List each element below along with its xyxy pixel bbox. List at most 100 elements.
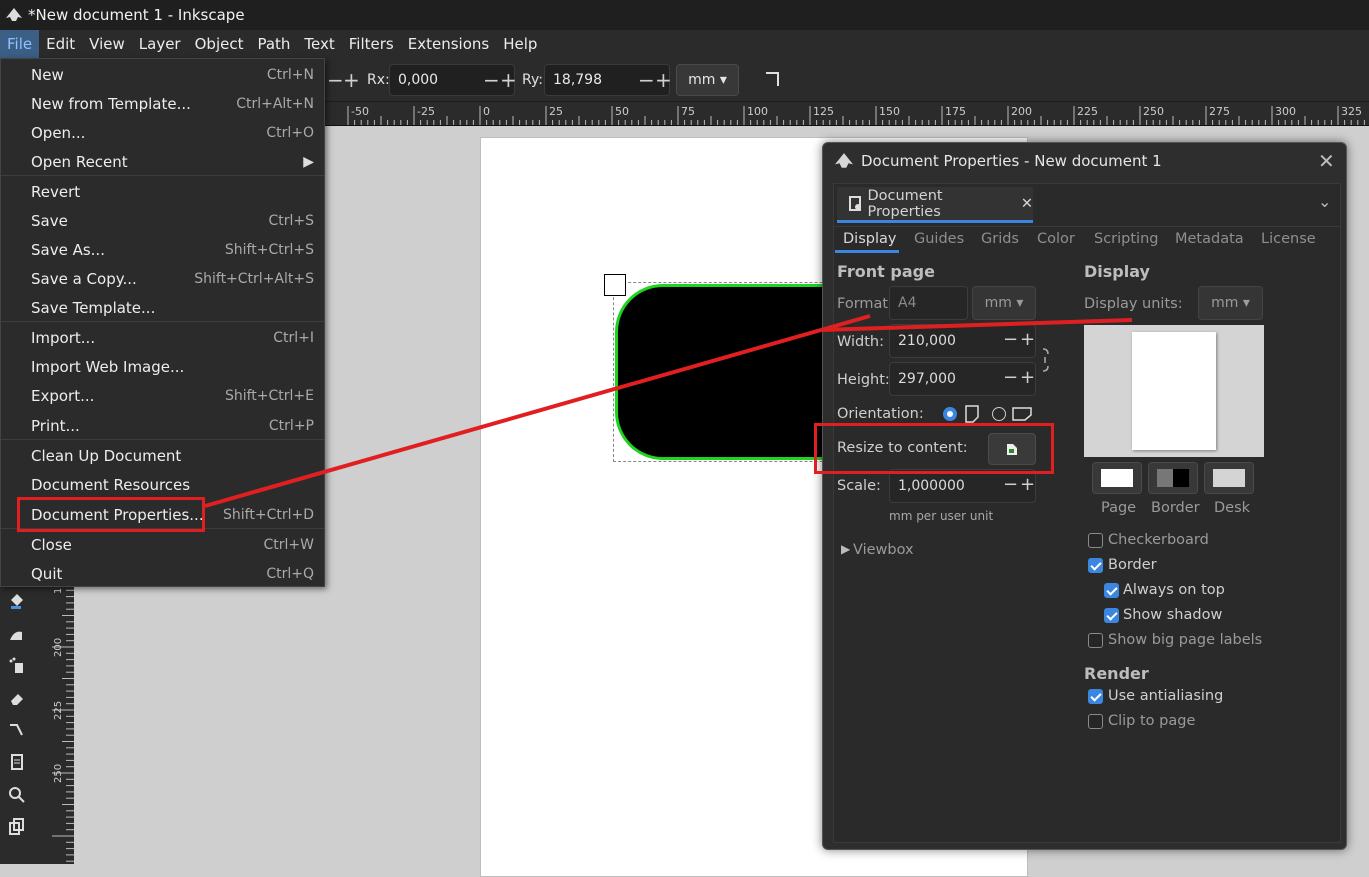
height-decrement-icon[interactable]: − — [1003, 362, 1018, 394]
ry-value: 18,798 — [553, 72, 602, 88]
menu-item-label: New from Template... — [31, 94, 191, 113]
menu-item-open-recent[interactable]: Open Recent ▶ — [1, 147, 324, 176]
big-page-labels-label: Show big page labels — [1108, 632, 1263, 648]
menu-item-print[interactable]: Print... Ctrl+P — [1, 411, 324, 440]
orientation-portrait-radio[interactable] — [943, 407, 957, 421]
always-on-top-checkbox[interactable] — [1104, 583, 1119, 598]
paint-bucket-icon[interactable] — [8, 592, 26, 610]
menu-item-import[interactable]: Import... Ctrl+I — [1, 323, 324, 352]
chevron-down-icon: ▾ — [719, 72, 727, 88]
menu-item-label: Quit — [31, 564, 63, 583]
menu-item-quit[interactable]: Quit Ctrl+Q — [1, 559, 324, 588]
subtab-license[interactable]: License — [1261, 231, 1316, 247]
tab-close-icon[interactable]: ✕ — [1021, 196, 1033, 212]
subtab-display[interactable]: Display — [843, 231, 896, 247]
front-page-heading: Front page — [837, 262, 935, 281]
close-icon[interactable]: ✕ — [1318, 149, 1335, 173]
menu-view[interactable]: View — [82, 30, 132, 58]
antialiasing-checkbox[interactable] — [1088, 689, 1103, 704]
menu-item-label: Import Web Image... — [31, 357, 185, 376]
eraser-icon[interactable] — [8, 689, 26, 707]
menu-text[interactable]: Text — [297, 30, 341, 58]
make-corners-sharp-icon[interactable] — [765, 71, 781, 87]
menu-item-save-as[interactable]: Save As... Shift+Ctrl+S — [1, 235, 324, 264]
menu-item-shortcut: Shift+Ctrl+Alt+S — [194, 270, 314, 287]
menu-help[interactable]: Help — [496, 30, 544, 58]
chevron-down-icon: ▾ — [1242, 295, 1250, 311]
clip-to-page-checkbox[interactable] — [1088, 714, 1103, 729]
spray-icon[interactable] — [8, 657, 26, 675]
border-checkbox[interactable] — [1088, 558, 1103, 573]
desk-color-swatch[interactable] — [1204, 462, 1254, 494]
subtab-color[interactable]: Color — [1037, 231, 1075, 247]
chevron-down-icon: ▾ — [1016, 295, 1024, 311]
format-field[interactable]: A4 — [889, 286, 968, 320]
desk-swatch-label: Desk — [1214, 500, 1251, 516]
ruler-label: 200 — [53, 638, 64, 657]
page-color-swatch[interactable] — [1092, 462, 1142, 494]
antialiasing-label: Use antialiasing — [1108, 688, 1224, 704]
tweak-icon[interactable] — [8, 626, 26, 642]
zoom-icon[interactable] — [8, 786, 26, 804]
menu-item-revert[interactable]: Revert — [1, 177, 324, 206]
pages-icon[interactable] — [8, 753, 26, 771]
corner-handle[interactable] — [604, 274, 626, 296]
ruler-label: 325 — [1341, 105, 1362, 118]
orientation-landscape-radio[interactable] — [992, 407, 1006, 421]
menu-bar: File Edit View Layer Object Path Text Fi… — [0, 30, 1369, 58]
viewbox-expander[interactable]: Viewbox — [853, 542, 914, 558]
orientation-label: Orientation: — [837, 406, 924, 422]
menu-item-label: Save — [31, 211, 68, 230]
dialog-titlebar: Document Properties - New document 1 — [823, 143, 1346, 179]
format-unit-dropdown[interactable]: mm ▾ — [972, 286, 1036, 320]
border-color-swatch[interactable] — [1148, 462, 1198, 494]
checkerboard-checkbox[interactable] — [1088, 533, 1103, 548]
menu-item-new-from-template[interactable]: New from Template... Ctrl+Alt+N — [1, 89, 324, 118]
menu-filters[interactable]: Filters — [342, 30, 401, 58]
menu-path[interactable]: Path — [250, 30, 297, 58]
subtab-metadata[interactable]: Metadata — [1175, 231, 1244, 247]
format-unit-value: mm — [984, 295, 1012, 311]
ry-decrement-icon[interactable]: − — [638, 64, 655, 96]
menu-item-open[interactable]: Open... Ctrl+O — [1, 118, 324, 147]
link-chain-icon[interactable] — [1040, 347, 1050, 373]
decrement-icon[interactable]: − — [327, 64, 344, 96]
menu-item-clean-up-document[interactable]: Clean Up Document — [1, 441, 324, 470]
unit-dropdown[interactable]: mm ▾ — [676, 64, 739, 96]
rx-increment-icon[interactable]: + — [500, 64, 517, 96]
subtab-guides[interactable]: Guides — [914, 231, 964, 247]
menu-item-save-a-copy[interactable]: Save a Copy... Shift+Ctrl+Alt+S — [1, 264, 324, 293]
rx-decrement-icon[interactable]: − — [483, 64, 500, 96]
display-units-dropdown[interactable]: mm ▾ — [1198, 286, 1263, 320]
menu-item-save[interactable]: Save Ctrl+S — [1, 206, 324, 235]
height-increment-icon[interactable]: + — [1020, 362, 1035, 394]
menu-item-save-template[interactable]: Save Template... — [1, 293, 324, 322]
chevron-down-icon[interactable]: ⌄ — [1318, 192, 1331, 211]
menu-extensions[interactable]: Extensions — [401, 30, 496, 58]
increment-icon[interactable]: + — [343, 64, 360, 96]
menu-object[interactable]: Object — [188, 30, 251, 58]
menu-file[interactable]: File — [0, 30, 40, 58]
render-heading: Render — [1084, 664, 1149, 683]
menu-item-import-web-image[interactable]: Import Web Image... — [1, 352, 324, 381]
tab-document-properties[interactable]: Document Properties ✕ — [837, 187, 1033, 223]
menu-item-shortcut: Ctrl+W — [263, 536, 314, 553]
menu-item-new[interactable]: New Ctrl+N — [1, 60, 324, 89]
connector-icon[interactable] — [8, 721, 26, 739]
show-shadow-checkbox[interactable] — [1104, 608, 1119, 623]
menu-item-export[interactable]: Export... Shift+Ctrl+E — [1, 381, 324, 410]
menu-item-document-resources[interactable]: Document Resources — [1, 470, 324, 499]
menu-item-shortcut: Shift+Ctrl+E — [224, 387, 314, 404]
height-value: 297,000 — [898, 371, 956, 387]
subtab-scripting[interactable]: Scripting — [1094, 231, 1158, 247]
subtab-grids[interactable]: Grids — [981, 231, 1019, 247]
big-page-labels-checkbox[interactable] — [1088, 633, 1103, 648]
width-increment-icon[interactable]: + — [1020, 324, 1035, 356]
menu-layer[interactable]: Layer — [132, 30, 188, 58]
clone-pages-icon[interactable] — [8, 818, 26, 836]
menu-edit[interactable]: Edit — [39, 30, 82, 58]
ry-increment-icon[interactable]: + — [655, 64, 672, 96]
expander-arrow-icon[interactable]: ▶ — [841, 542, 850, 556]
width-decrement-icon[interactable]: − — [1003, 324, 1018, 356]
menu-item-close[interactable]: Close Ctrl+W — [1, 530, 324, 559]
